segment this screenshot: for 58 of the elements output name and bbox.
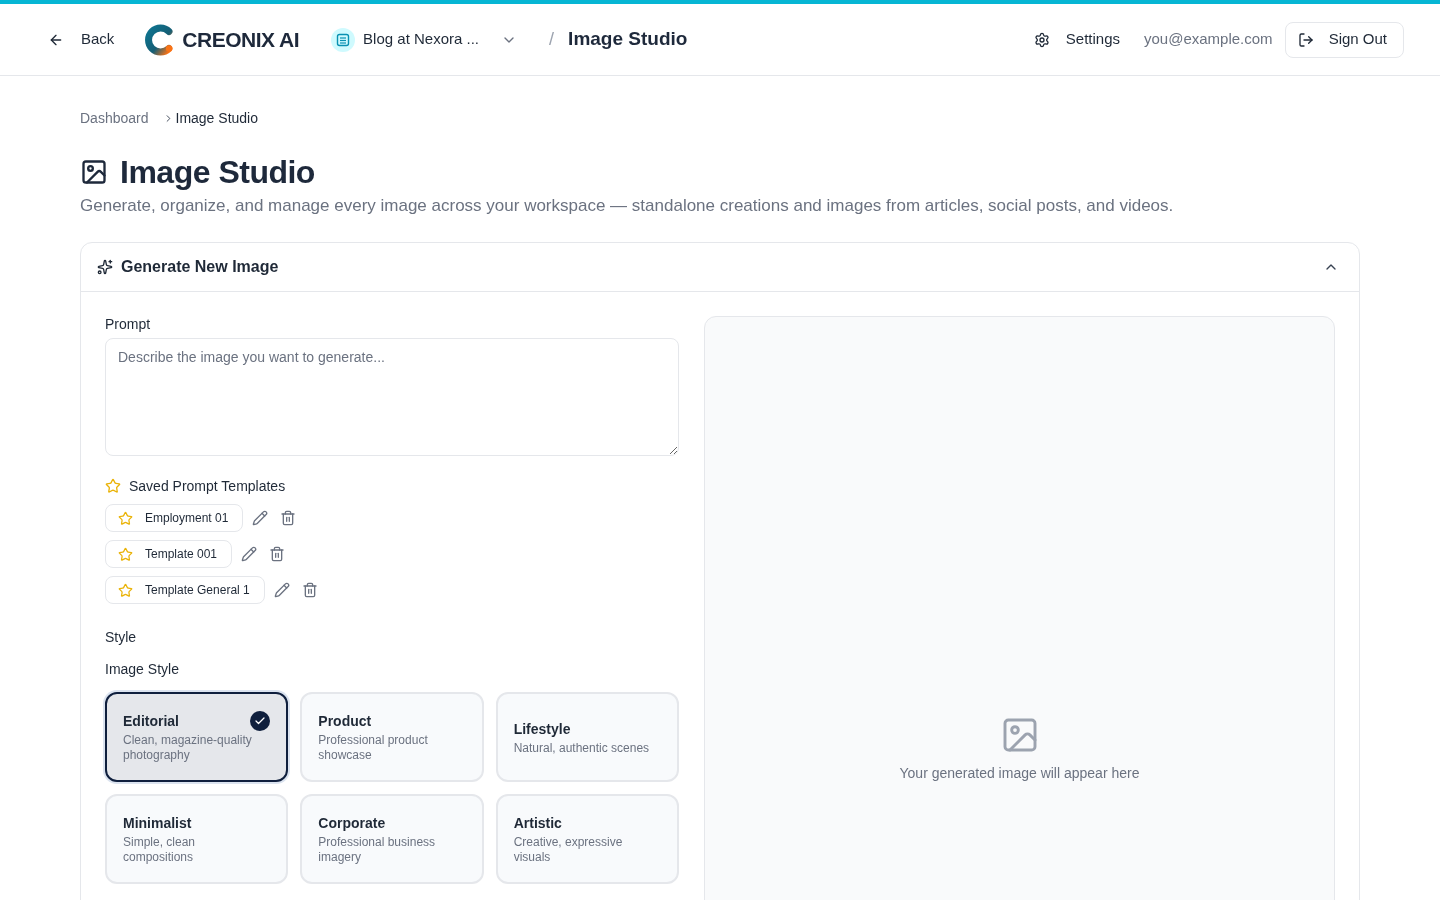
prompt-label: Prompt bbox=[105, 316, 152, 332]
style-option-title: Artistic bbox=[513, 814, 562, 833]
breadcrumb-separator: / bbox=[549, 28, 555, 51]
style-option-title: Minimalist bbox=[123, 814, 192, 833]
settings-icon bbox=[1033, 31, 1050, 48]
style-option-description: Creative, expressive visuals bbox=[513, 835, 624, 865]
page-title: Image Studio bbox=[120, 153, 315, 192]
star-icon bbox=[118, 582, 133, 598]
template-chip[interactable]: Template General 1 bbox=[105, 576, 265, 604]
style-option-title: Lifestyle bbox=[513, 719, 571, 739]
breadcrumb-current: Image Studio bbox=[175, 109, 258, 128]
settings-button[interactable]: Settings bbox=[1025, 24, 1128, 55]
pencil-icon bbox=[273, 582, 290, 598]
style-option-description: Professional business imagery bbox=[318, 835, 437, 865]
card-title: Generate New Image bbox=[121, 257, 279, 277]
page-name: Image Studio bbox=[568, 27, 688, 52]
star-icon bbox=[118, 546, 133, 562]
style-option[interactable]: Lifestyle Natural, authentic scenes bbox=[495, 692, 679, 782]
breadcrumb-link[interactable]: Dashboard bbox=[80, 108, 149, 128]
trash-icon bbox=[280, 510, 297, 526]
page-subtitle: Generate, organize, and manage every image across your workspace — standalone creations and images from articles, social posts, and videos. bbox=[80, 195, 1175, 217]
star-icon bbox=[118, 510, 133, 526]
templates-label: Saved Prompt Templates bbox=[129, 477, 286, 496]
style-option-title: Corporate bbox=[318, 814, 386, 833]
user-email: you@example.com bbox=[1144, 29, 1273, 50]
logo-icon bbox=[144, 23, 175, 56]
trash-icon bbox=[269, 546, 286, 562]
sparkles-icon bbox=[97, 259, 113, 275]
pencil-icon bbox=[252, 510, 269, 526]
style-option-description: Simple, clean compositions bbox=[123, 835, 197, 865]
document-icon bbox=[331, 27, 356, 52]
style-option-title: Editorial bbox=[123, 712, 179, 731]
workspace-selector[interactable]: Blog at Nexora ... bbox=[327, 23, 522, 56]
style-option-description: Clean, magazine-quality photography bbox=[123, 733, 253, 763]
sign-out-icon bbox=[1297, 31, 1314, 48]
style-option[interactable]: Editorial Clean, magazine-quality photography bbox=[105, 692, 289, 782]
preview-empty-text: Your generated image will appear here bbox=[899, 764, 1140, 783]
star-icon bbox=[105, 478, 121, 494]
check-icon bbox=[250, 711, 271, 731]
style-option-description: Natural, authentic scenes bbox=[513, 740, 651, 756]
style-option[interactable]: Minimalist Simple, clean compositions bbox=[105, 794, 289, 884]
sign-out-button[interactable]: Sign Out bbox=[1284, 21, 1404, 58]
pencil-icon bbox=[241, 546, 258, 562]
image-icon bbox=[80, 158, 108, 186]
template-chip[interactable]: Employment 01 bbox=[105, 504, 244, 532]
back-button[interactable]: Back bbox=[36, 20, 127, 59]
style-option-description: Professional product showcase bbox=[318, 733, 429, 763]
style-option[interactable]: Corporate Professional business imagery bbox=[300, 794, 484, 884]
style-option[interactable]: Product Professional product showcase bbox=[300, 692, 484, 782]
brand-logo-link[interactable]: CREONIX AI bbox=[144, 23, 300, 56]
style-option-title: Product bbox=[318, 712, 372, 731]
prompt-field[interactable]: Describe the image you want to generate... bbox=[105, 338, 679, 456]
brand-name: CREONIX AI bbox=[182, 26, 300, 53]
trash-icon bbox=[301, 582, 318, 598]
template-chip[interactable]: Template 001 bbox=[105, 540, 233, 568]
style-option[interactable]: Artistic Creative, expressive visuals bbox=[495, 794, 679, 884]
image-style-label: Image Style bbox=[105, 660, 180, 679]
style-section-label: Style bbox=[105, 628, 138, 647]
